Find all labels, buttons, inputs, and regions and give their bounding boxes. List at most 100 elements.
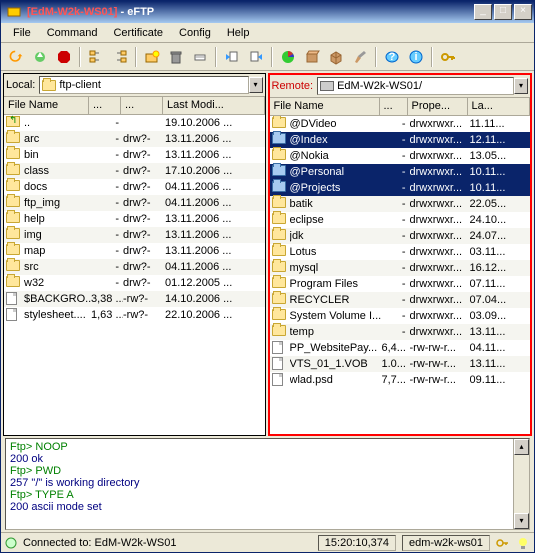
list-item[interactable]: RECYCLER-drwxrwxr...07.04... <box>270 292 531 308</box>
window-title: [EdM-W2k-WS01] - eFTP <box>25 6 472 18</box>
local-file-list[interactable]: ..-19.10.2006 ...arc-drw?-13.11.2006 ...… <box>4 115 265 435</box>
folder-icon <box>6 132 20 143</box>
folder-icon <box>6 228 20 239</box>
list-item[interactable]: stylesheet....1,63 ...-rw?-22.10.2006 ..… <box>4 307 265 323</box>
maximize-button[interactable]: □ <box>494 4 512 20</box>
list-item[interactable]: temp-drwxrwxr...13.11... <box>270 324 531 340</box>
copy-left-icon[interactable] <box>221 46 243 68</box>
key-icon[interactable] <box>437 46 459 68</box>
refresh-icon[interactable] <box>5 46 27 68</box>
list-item[interactable]: @Projects-drwxrwxr...10.11... <box>270 180 531 196</box>
list-item[interactable]: PP_WebsitePay...6,4...-rw-rw-r...04.11..… <box>270 340 531 356</box>
local-pane: Local: ftp-client ▾ File Name ... ... La… <box>3 73 266 436</box>
list-item[interactable]: @DVideo-drwxrwxr...11.11... <box>270 116 531 132</box>
list-item[interactable]: $BACKGRO...3,38 ...-rw?-14.10.2006 ... <box>4 291 265 307</box>
menu-config[interactable]: Config <box>171 25 219 41</box>
stop-icon[interactable] <box>53 46 75 68</box>
folder-icon <box>272 181 286 192</box>
folder-icon <box>6 148 20 159</box>
col-perm: ... <box>121 97 163 114</box>
log-panel[interactable]: Ftp> NOOP200 okFtp> PWD257 "/" is workin… <box>5 438 530 530</box>
folder-icon <box>6 260 20 271</box>
col-filename: File Name <box>4 97 89 114</box>
minimize-button[interactable]: _ <box>474 4 492 20</box>
list-item[interactable]: mysql-drwxrwxr...16.12... <box>270 260 531 276</box>
file-icon <box>272 373 283 386</box>
menu-file[interactable]: File <box>5 25 39 41</box>
status-connected: Connected to: EdM-W2k-WS01 <box>23 537 312 549</box>
list-item[interactable]: w32-drw?-01.12.2005 ... <box>4 275 265 291</box>
copy-right-icon[interactable] <box>245 46 267 68</box>
remote-file-list[interactable]: @DVideo-drwxrwxr...11.11...@Index-drwxrw… <box>270 116 531 434</box>
app-icon <box>6 4 22 20</box>
local-column-headers[interactable]: File Name ... ... Last Modi... <box>4 97 265 115</box>
log-scrollbar[interactable]: ▴ ▾ <box>513 439 529 529</box>
pie-icon[interactable] <box>277 46 299 68</box>
list-item[interactable]: jdk-drwxrwxr...24.07... <box>270 228 531 244</box>
folder-icon <box>6 164 20 175</box>
folder-icon <box>272 261 286 272</box>
folder-icon <box>272 293 286 304</box>
close-button[interactable]: × <box>514 4 532 20</box>
menu-help[interactable]: Help <box>219 25 258 41</box>
local-path-dropdown[interactable]: ▾ <box>249 77 263 93</box>
svg-text:?: ? <box>389 51 396 63</box>
folder-icon <box>272 165 286 176</box>
col-date: Last Modi... <box>163 97 265 114</box>
list-item[interactable]: ..-19.10.2006 ... <box>4 115 265 131</box>
list-item[interactable]: Program Files-drwxrwxr...07.11... <box>270 276 531 292</box>
folder-icon <box>272 117 286 128</box>
list-item[interactable]: map-drw?-13.11.2006 ... <box>4 243 265 259</box>
remote-path-dropdown[interactable]: ▾ <box>514 78 528 94</box>
folder-icon <box>272 309 286 320</box>
titlebar: [EdM-W2k-WS01] - eFTP _ □ × <box>1 1 534 23</box>
list-item[interactable]: System Volume I...-drwxrwxr...03.09... <box>270 308 531 324</box>
local-path-input[interactable]: ftp-client <box>39 76 248 94</box>
list-item[interactable]: class-drw?-17.10.2006 ... <box>4 163 265 179</box>
list-item[interactable]: wlad.psd7,7...-rw-rw-r...09.11... <box>270 372 531 388</box>
list-item[interactable]: src-drw?-04.11.2006 ... <box>4 259 265 275</box>
box-icon[interactable] <box>301 46 323 68</box>
list-item[interactable]: @Index-drwxrwxr...12.11... <box>270 132 531 148</box>
status-light-icon <box>5 537 17 549</box>
new-folder-icon[interactable] <box>141 46 163 68</box>
col-size: ... <box>89 97 121 114</box>
list-item[interactable]: ftp_img-drw?-04.11.2006 ... <box>4 195 265 211</box>
list-item[interactable]: arc-drw?-13.11.2006 ... <box>4 131 265 147</box>
menu-certificate[interactable]: Certificate <box>105 25 171 41</box>
list-item[interactable]: img-drw?-13.11.2006 ... <box>4 227 265 243</box>
list-item[interactable]: Lotus-drwxrwxr...03.11... <box>270 244 531 260</box>
brush-icon[interactable] <box>349 46 371 68</box>
list-item[interactable]: help-drw?-13.11.2006 ... <box>4 211 265 227</box>
remote-path-input[interactable]: EdM-W2k-WS01/ <box>317 77 514 95</box>
col-size: ... <box>380 98 408 115</box>
list-item[interactable]: docs-drw?-04.11.2006 ... <box>4 179 265 195</box>
list-item[interactable]: VTS_01_1.VOB1.0...-rw-rw-r...13.11... <box>270 356 531 372</box>
toolbar: ? i <box>1 43 534 71</box>
menubar: File Command Certificate Config Help <box>1 23 534 43</box>
folder-icon <box>272 325 286 336</box>
tree-left-icon[interactable] <box>85 46 107 68</box>
folder-icon <box>272 213 286 224</box>
delete-icon[interactable] <box>165 46 187 68</box>
up-dir-icon <box>6 116 20 127</box>
remote-column-headers[interactable]: File Name ... Prope... La... <box>270 98 531 116</box>
scroll-down-icon[interactable]: ▾ <box>514 513 529 529</box>
cube-icon[interactable] <box>325 46 347 68</box>
tree-right-icon[interactable] <box>109 46 131 68</box>
folder-icon <box>272 229 286 240</box>
rename-icon[interactable] <box>189 46 211 68</box>
status-host: edm-w2k-ws01 <box>402 535 490 551</box>
about-icon[interactable]: i <box>405 46 427 68</box>
list-item[interactable]: eclipse-drwxrwxr...24.10... <box>270 212 531 228</box>
menu-command[interactable]: Command <box>39 25 106 41</box>
local-path-text: ftp-client <box>59 79 101 91</box>
list-item[interactable]: batik-drwxrwxr...22.05... <box>270 196 531 212</box>
folder-icon <box>6 244 20 255</box>
list-item[interactable]: bin-drw?-13.11.2006 ... <box>4 147 265 163</box>
help-icon[interactable]: ? <box>381 46 403 68</box>
list-item[interactable]: @Nokia-drwxrwxr...13.05... <box>270 148 531 164</box>
scroll-up-icon[interactable]: ▴ <box>514 439 529 455</box>
list-item[interactable]: @Personal-drwxrwxr...10.11... <box>270 164 531 180</box>
connect-icon[interactable] <box>29 46 51 68</box>
